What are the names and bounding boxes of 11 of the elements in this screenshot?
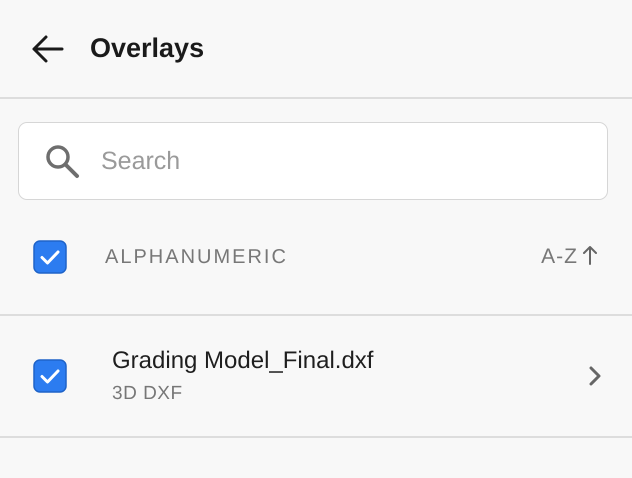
- page-title: Overlays: [90, 33, 204, 64]
- checkbox[interactable]: [33, 359, 67, 393]
- sort-order[interactable]: A-Z: [541, 245, 578, 269]
- search-field[interactable]: Search: [18, 122, 608, 200]
- up-arrow-icon[interactable]: [582, 245, 598, 265]
- overlay-name[interactable]: Grading Model_Final.dxf: [112, 347, 588, 375]
- chevron-right-icon[interactable]: [588, 365, 602, 387]
- overlay-type: 3D DXF: [112, 383, 184, 405]
- back-arrow-icon[interactable]: [30, 34, 64, 64]
- checkbox[interactable]: [33, 240, 67, 274]
- sort-label: ALPHANUMERIC: [105, 246, 289, 268]
